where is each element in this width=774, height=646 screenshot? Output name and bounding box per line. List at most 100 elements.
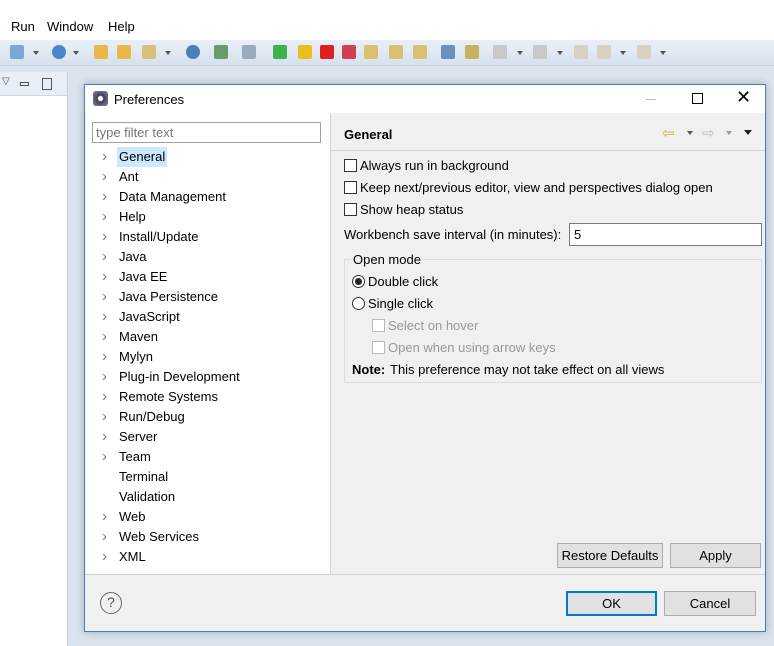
tree-item[interactable]: › Remote Systems <box>100 387 320 407</box>
tree-item[interactable]: › XML <box>100 547 320 567</box>
menu-run[interactable]: Run <box>11 19 35 34</box>
filter-input[interactable] <box>92 122 321 143</box>
last-edit-icon[interactable] <box>574 45 588 59</box>
chevron-down-icon[interactable] <box>557 51 563 55</box>
tree-item[interactable]: › Server <box>100 427 320 447</box>
chevron-down-icon[interactable] <box>33 51 39 55</box>
tree-item[interactable]: › Team <box>100 447 320 467</box>
chevron-right-icon[interactable]: › <box>102 307 107 327</box>
tree-item[interactable]: › Ant <box>100 167 320 187</box>
back-icon[interactable] <box>597 45 611 59</box>
run-config-icon[interactable] <box>214 45 228 59</box>
tree-item[interactable]: › Java EE <box>100 267 320 287</box>
use-step-filters-icon[interactable] <box>441 45 455 59</box>
tree-item[interactable]: › Mylyn <box>100 347 320 367</box>
tree-item[interactable]: › Web Services <box>100 527 320 547</box>
tree-item[interactable]: › Web <box>100 507 320 527</box>
suspend-icon[interactable] <box>298 45 312 59</box>
resume-icon[interactable] <box>273 45 287 59</box>
chevron-right-icon[interactable]: › <box>102 507 107 527</box>
tree-item[interactable]: › Maven <box>100 327 320 347</box>
minimize-icon[interactable] <box>646 99 656 100</box>
maximize-icon[interactable] <box>692 93 703 104</box>
always-run-background-checkbox[interactable] <box>344 159 357 172</box>
always-run-background-label: Always run in background <box>360 158 509 173</box>
tree-item[interactable]: › Java <box>100 247 320 267</box>
tree-item[interactable]: › JavaScript <box>100 307 320 327</box>
menu-help[interactable]: Help <box>108 19 135 34</box>
apply-button[interactable]: Apply <box>670 543 761 568</box>
chevron-right-icon[interactable]: › <box>102 527 107 547</box>
step-return-icon[interactable] <box>413 45 427 59</box>
chevron-down-icon[interactable] <box>726 131 732 135</box>
chevron-right-icon[interactable]: › <box>102 187 107 207</box>
close-icon[interactable]: ✕ <box>736 87 751 108</box>
chevron-down-icon[interactable] <box>620 51 626 55</box>
tree-item[interactable]: › Java Persistence <box>100 287 320 307</box>
tree-item[interactable]: › Help <box>100 207 320 227</box>
help-icon[interactable]: ? <box>100 592 122 614</box>
restore-defaults-button[interactable]: Restore Defaults <box>557 543 663 568</box>
search-icon[interactable] <box>142 45 156 59</box>
forward-icon[interactable]: ⇨ <box>702 124 715 142</box>
cancel-button[interactable]: Cancel <box>664 591 756 616</box>
tree-item[interactable]: › Plug-in Development <box>100 367 320 387</box>
forward-icon[interactable] <box>637 45 651 59</box>
step-into-icon[interactable] <box>364 45 378 59</box>
view-menu-icon[interactable]: ▽ <box>2 76 10 87</box>
select-on-hover-checkbox[interactable] <box>372 319 385 332</box>
globe-icon[interactable] <box>186 45 200 59</box>
chevron-down-icon[interactable] <box>687 131 693 135</box>
tree-item[interactable]: › Data Management <box>100 187 320 207</box>
skip-breakpoints-icon[interactable] <box>242 45 256 59</box>
chevron-right-icon[interactable]: › <box>102 227 107 247</box>
chevron-right-icon[interactable]: › <box>102 287 107 307</box>
terminate-icon[interactable] <box>320 45 334 59</box>
chevron-right-icon[interactable]: › <box>102 267 107 287</box>
chevron-right-icon[interactable]: › <box>102 247 107 267</box>
ok-button[interactable]: OK <box>566 591 657 616</box>
chevron-right-icon[interactable]: › <box>102 207 107 227</box>
open-type-icon[interactable] <box>94 45 108 59</box>
maximize-icon[interactable] <box>42 78 52 90</box>
single-click-radio[interactable] <box>352 297 365 310</box>
tree-item[interactable]: › Run/Debug <box>100 407 320 427</box>
minimize-icon[interactable] <box>20 82 29 86</box>
chevron-down-icon[interactable] <box>517 51 523 55</box>
show-heap-status-checkbox[interactable] <box>344 203 357 216</box>
tree-item[interactable]: › Install/Update <box>100 227 320 247</box>
menu-window[interactable]: Window <box>47 19 93 34</box>
chevron-right-icon[interactable]: › <box>102 347 107 367</box>
new-wizard-icon[interactable] <box>10 45 24 59</box>
next-annotation-icon[interactable] <box>493 45 507 59</box>
chevron-right-icon[interactable]: › <box>102 407 107 427</box>
chevron-right-icon[interactable]: › <box>102 147 107 167</box>
chevron-right-icon[interactable]: › <box>102 327 107 347</box>
save-interval-input[interactable] <box>569 223 762 246</box>
double-click-radio[interactable] <box>352 275 365 288</box>
tree-item[interactable]: › General <box>100 147 320 167</box>
back-icon[interactable]: ⇦ <box>662 124 675 142</box>
separator <box>331 150 765 151</box>
chevron-right-icon[interactable]: › <box>102 387 107 407</box>
show-heap-status-label: Show heap status <box>360 202 464 217</box>
chevron-down-icon[interactable] <box>660 51 666 55</box>
chevron-right-icon[interactable]: › <box>102 547 107 567</box>
chevron-down-icon[interactable] <box>165 51 171 55</box>
chevron-down-icon[interactable] <box>73 51 79 55</box>
step-over-icon[interactable] <box>389 45 403 59</box>
tree-item[interactable]: Validation <box>100 487 320 507</box>
tree-item[interactable]: Terminal <box>100 467 320 487</box>
view-menu-icon[interactable] <box>744 130 752 135</box>
new-server-icon[interactable] <box>52 45 66 59</box>
chevron-right-icon[interactable]: › <box>102 447 107 467</box>
chevron-right-icon[interactable]: › <box>102 427 107 447</box>
chevron-right-icon[interactable]: › <box>102 167 107 187</box>
open-arrow-keys-checkbox[interactable] <box>372 341 385 354</box>
open-resource-icon[interactable] <box>117 45 131 59</box>
prev-annotation-icon[interactable] <box>533 45 547 59</box>
chevron-right-icon[interactable]: › <box>102 367 107 387</box>
keep-next-previous-checkbox[interactable] <box>344 181 357 194</box>
drop-to-frame-icon[interactable] <box>465 45 479 59</box>
disconnect-icon[interactable] <box>342 45 356 59</box>
